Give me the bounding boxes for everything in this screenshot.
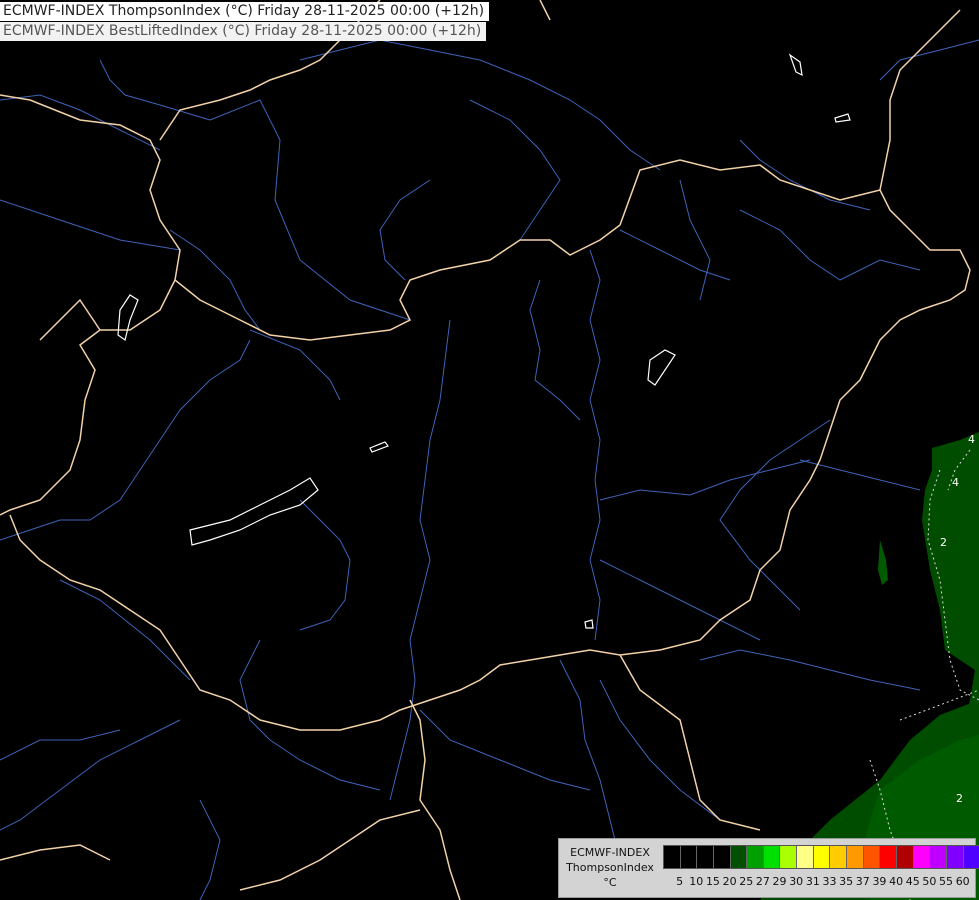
legend-swatch [830, 846, 848, 868]
legend-swatch [730, 846, 748, 868]
legend-swatch [863, 846, 881, 868]
legend-tick-labels: 5 10 15 20 25 27 29 30 31 33 35 37 39 40 45 50 55 60 [663, 875, 979, 889]
lake-small-6 [584, 619, 594, 629]
legend-tick-label: 35 [839, 875, 854, 888]
legend-unit: °C [603, 876, 617, 889]
legend-tick-label: 55 [939, 875, 954, 888]
map-subtitle: ECMWF-INDEX BestLiftedIndex (°C) Friday … [0, 22, 487, 41]
legend-tick-label: 45 [905, 875, 920, 888]
legend-tick-label: 15 [705, 875, 720, 888]
legend-tick-label: 20 [722, 875, 737, 888]
lake-small-4 [834, 113, 851, 123]
legend-tick-label: 37 [855, 875, 870, 888]
legend-swatch [847, 846, 864, 868]
thompson-index-fill [760, 432, 979, 900]
legend-variable: ThompsonIndex [566, 861, 654, 874]
contour-label: 2 [956, 792, 963, 805]
legend-tick-label: 5 [676, 875, 684, 888]
legend-swatch [664, 846, 681, 868]
legend-swatch [913, 846, 931, 868]
contour-label: 4 [968, 433, 975, 446]
lakes [117, 53, 851, 629]
lake-small-1 [117, 294, 139, 342]
legend-swatch [780, 846, 798, 868]
legend-swatch [713, 846, 731, 868]
legend-tick-label: 29 [772, 875, 787, 888]
contour-label: 4 [952, 476, 959, 489]
legend-tick-label: 33 [822, 875, 837, 888]
legend-tick-label: 25 [739, 875, 754, 888]
field-area-sliver [878, 540, 888, 585]
legend-tick-label: 40 [889, 875, 904, 888]
contour-label: 2 [940, 536, 947, 549]
legend-swatch [813, 846, 831, 868]
map-title: ECMWF-INDEX ThompsonIndex (°C) Friday 28… [0, 2, 490, 21]
lake-small-3 [369, 441, 389, 453]
legend-tick-label: 60 [955, 875, 970, 888]
legend-tick-label: 50 [922, 875, 937, 888]
legend-swatch [763, 846, 781, 868]
legend-swatch [880, 846, 897, 868]
legend-color-bar [663, 845, 979, 869]
legend-tick-label: 10 [689, 875, 704, 888]
legend-tick-label: 27 [755, 875, 770, 888]
legend-swatch [747, 846, 764, 868]
legend-tick-label: 30 [789, 875, 804, 888]
lake-small-2 [647, 349, 676, 386]
legend-swatch [946, 846, 964, 868]
map-viewer: 4 4 2 2 ECMWF-INDEX ThompsonIndex (°C) F… [0, 0, 979, 900]
legend-source: ECMWF-INDEX [570, 846, 650, 859]
legend-tick-label: 39 [872, 875, 887, 888]
legend-swatch [797, 846, 814, 868]
legend-tick-label: 31 [805, 875, 820, 888]
legend-swatch [930, 846, 947, 868]
country-borders [0, 0, 971, 900]
rivers [0, 39, 979, 900]
lake-small-5 [788, 53, 803, 77]
lake-balaton [189, 477, 319, 546]
color-legend: ECMWF-INDEX ThompsonIndex °C 5 10 15 20 25 27… [558, 838, 979, 898]
legend-swatch [697, 846, 714, 868]
weather-map[interactable]: 4 4 2 2 [0, 0, 979, 900]
legend-swatch [680, 846, 698, 868]
legend-swatch [896, 846, 914, 868]
legend-swatch [963, 846, 979, 868]
legend-title: ECMWF-INDEX ThompsonIndex °C [561, 845, 659, 890]
